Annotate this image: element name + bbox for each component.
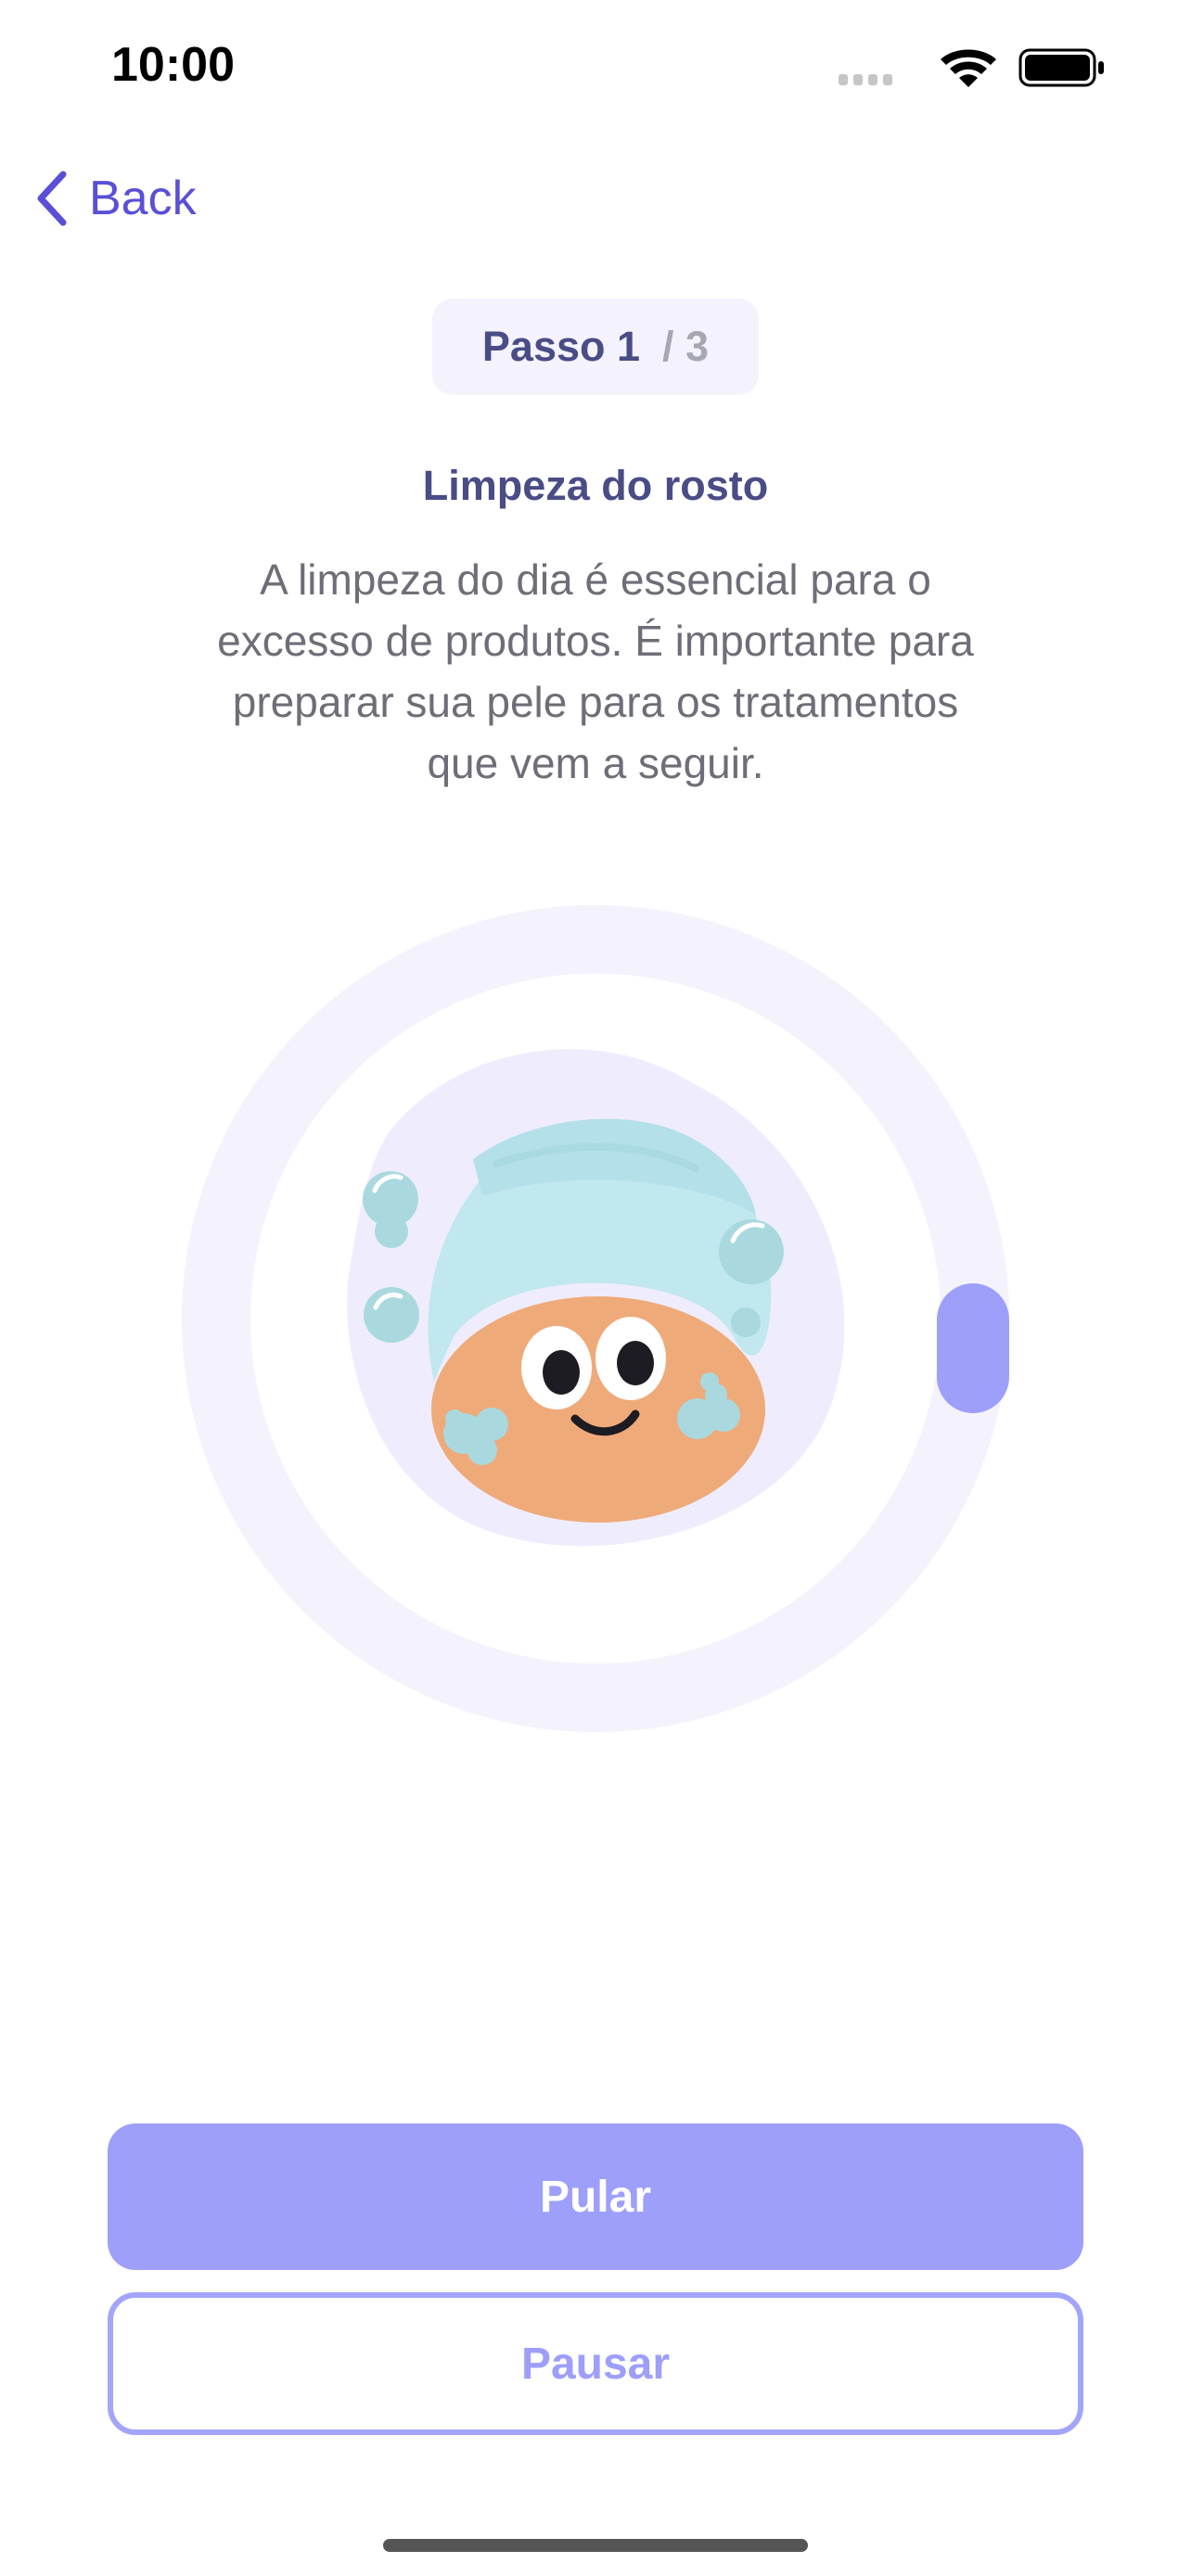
step-description: A limpeza do dia é essencial para o exce… (217, 555, 974, 787)
home-indicator[interactable] (383, 2539, 808, 2552)
status-bar: 10:00 (0, 0, 1191, 130)
step-title: Limpeza do rosto (422, 462, 769, 509)
pause-button[interactable]: Pausar (108, 2292, 1083, 2435)
step-current: Passo 1 (481, 323, 641, 370)
battery-icon (1018, 48, 1104, 87)
face-wash-illustration (182, 905, 1009, 1732)
status-icons (839, 48, 1104, 87)
step-indicator: Passo 1 / 3 (432, 299, 759, 395)
progress-ring-knob (937, 1283, 1009, 1413)
status-time: 10:00 (111, 38, 235, 92)
navigation-bar: Back (0, 148, 1191, 241)
wifi-icon (941, 49, 996, 87)
step-total: / 3 (662, 323, 710, 370)
chevron-left-icon (37, 171, 67, 226)
cellular-signal-icon (839, 74, 892, 85)
skip-button[interactable]: Pular (108, 2123, 1083, 2270)
back-label: Back (89, 172, 197, 225)
back-button[interactable]: Back (33, 161, 197, 236)
